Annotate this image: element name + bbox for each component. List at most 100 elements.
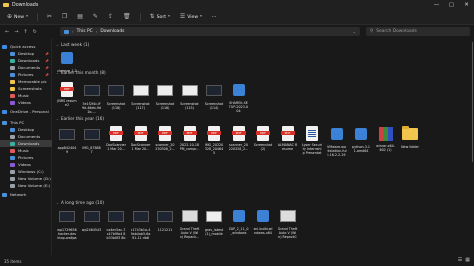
file-item[interactable]: winrar-x64-602 (1) — [376, 126, 396, 152]
file-item[interactable]: 2022-10-18 PM_compr... — [180, 126, 200, 151]
chevron-right-icon: › — [95, 29, 98, 34]
more-button[interactable]: ··· — [209, 13, 219, 22]
file-item[interactable]: Screenshot (2) — [253, 126, 273, 151]
maximize-button[interactable]: ▢ — [444, 0, 459, 10]
file-item[interactable]: grav_latest (1)_mobile — [204, 208, 224, 236]
file-item[interactable]: Screenshot (116) — [155, 82, 175, 110]
up-arrow-icon[interactable]: ↑ — [23, 29, 27, 35]
sidebar-item[interactable]: Music — [0, 147, 52, 154]
exe-thumbnail — [59, 52, 75, 68]
file-view: ⌄ Last week (1) clonezx_1.2 ⌄ Earlier this m… — [53, 38, 474, 255]
file-item[interactable]: python-3.11-amd64 — [351, 126, 371, 153]
close-button[interactable]: ✕ — [459, 0, 474, 10]
rename-button[interactable]: ✎ — [90, 12, 101, 22]
file-item[interactable]: wp1729656 hacker-des ktop-wallpapers — [57, 208, 77, 240]
sort-button[interactable]: ⇅ Sort ▾ — [147, 12, 173, 22]
file-item[interactable]: wp2464543 — [82, 208, 102, 232]
img-dark-thumbnail — [206, 85, 222, 101]
img-dark-thumbnail — [108, 211, 124, 227]
file-item[interactable]: VMware-workstation-full-16.2.2-19200509 — [327, 126, 347, 157]
file-item[interactable]: 5e1f2f4c-ff9d-46eb-9d1b-... — [82, 82, 102, 114]
file-item[interactable]: New folder — [400, 126, 420, 149]
file-item[interactable]: DocScanner 1 Mar 20... — [131, 126, 151, 151]
sidebar-item[interactable]: Downloads 📌 — [0, 57, 52, 64]
minimize-button[interactable]: — — [429, 0, 444, 10]
file-item[interactable]: DocScanner 1 Mar 20... — [106, 126, 126, 151]
file-item[interactable]: c1743b1a-49ab4ab5-6a91-11 db6 — [131, 208, 151, 240]
sidebar-item[interactable]: New Volume (D:) — [0, 175, 52, 182]
file-item[interactable]: scanner_20220328_2... — [229, 126, 249, 151]
file-item[interactable]: app8424049 — [57, 126, 77, 154]
computer-icon — [2, 120, 7, 125]
back-arrow-icon[interactable]: ← — [5, 29, 9, 35]
sidebar-item[interactable]: Documents 📌 — [0, 64, 52, 71]
share-button[interactable]: ⇪ — [105, 12, 116, 22]
trash-icon: 🗑 — [122, 13, 131, 20]
document-icon — [10, 134, 15, 139]
view-button[interactable]: ☰ View ▾ — [177, 12, 205, 22]
file-item[interactable]: 1121211 — [155, 208, 175, 232]
sidebar-item[interactable]: Windows (C:) — [0, 168, 52, 175]
delete-button[interactable]: 🗑 — [120, 12, 134, 22]
sidebar-item[interactable]: This PC — [0, 119, 52, 126]
file-item[interactable]: scanner_20230308_2... — [155, 126, 175, 151]
sidebar-item[interactable]: Network — [0, 191, 52, 198]
group-header[interactable]: ⌄ Last week (1) — [56, 42, 89, 47]
sidebar-item[interactable]: Pictures — [0, 154, 52, 161]
nav-buttons: ← → ↑ ↻ — [0, 29, 58, 35]
sidebar-item[interactable]: Music — [0, 92, 52, 99]
sidebar-item[interactable]: New Volume (E:) — [0, 182, 52, 189]
chevron-down-icon[interactable]: ⌄ — [353, 29, 356, 34]
new-button[interactable]: ⊕ New ▾ — [4, 12, 31, 22]
file-item[interactable]: IMG_20220328_204645 — [204, 126, 224, 155]
zip-thumbnail — [378, 127, 394, 143]
sidebar-item[interactable]: Desktop — [0, 126, 52, 133]
sidebar-item[interactable]: Downloads — [0, 140, 52, 147]
file-item[interactable]: Screenshot (117) — [131, 82, 151, 110]
sidebar-item[interactable]: OneDrive - Personal — [0, 108, 52, 115]
forward-arrow-icon[interactable]: → — [14, 29, 18, 35]
sidebar-item[interactable]: Documents — [0, 133, 52, 140]
file-item[interactable]: ZAP_2_11_0_windows — [229, 208, 249, 235]
file-item[interactable]: Screenshot (118) — [106, 82, 126, 110]
file-item[interactable]: JNRS resume2 — [57, 82, 77, 107]
sidebar-item[interactable]: Screenshots — [0, 85, 52, 92]
desktop-icon — [10, 51, 15, 56]
file-item[interactable]: Screenshot (115) — [180, 82, 200, 110]
sidebar-item[interactable]: Pictures 📌 — [0, 71, 52, 78]
group-header[interactable]: ⌄ Earlier this year (16) — [56, 116, 104, 121]
file-item[interactable]: SHAREit-SETUP-2023-004 — [229, 82, 249, 113]
file-item[interactable]: znl-build-windows-x64 — [253, 208, 273, 235]
cut-button[interactable]: ✂ — [44, 12, 55, 22]
address-bar[interactable]: › This PC › Downloads ⌄ — [60, 27, 360, 36]
videos-icon — [10, 162, 15, 167]
sidebar-item[interactable]: Desktop 📌 — [0, 50, 52, 57]
refresh-icon[interactable]: ↻ — [33, 29, 37, 35]
file-item[interactable]: Grand Theft Auto V (Win) RepackC — [278, 208, 298, 239]
file-item[interactable]: ca4ec5ac-7c47b9fa4 8b33b0f3 8b63e — [106, 208, 126, 240]
sidebar-item[interactable]: Memorable pic — [0, 78, 52, 85]
image-file-icon — [108, 211, 124, 222]
file-item[interactable]: Grand Theft Auto V (Win) Repack... — [180, 208, 200, 239]
file-item[interactable]: Screenshot (114) — [204, 82, 224, 110]
sidebar-item[interactable]: Videos — [0, 161, 52, 168]
file-item[interactable]: ALMANAC Resume — [278, 126, 298, 151]
folder-thumbnail — [402, 126, 418, 144]
image-file-icon — [83, 211, 100, 222]
breadcrumb-this-pc[interactable]: This PC — [77, 29, 93, 34]
file-item[interactable]: IMG_878887 — [82, 126, 102, 154]
star-icon — [2, 44, 7, 49]
sidebar-item[interactable]: Videos — [0, 99, 52, 106]
folder-icon — [10, 86, 15, 91]
drive-icon — [10, 183, 15, 188]
sidebar-item[interactable]: Quick access — [0, 43, 52, 50]
details-view-icon[interactable]: ☰ — [458, 257, 462, 263]
paste-button[interactable]: ▤ — [74, 12, 86, 22]
breadcrumb-downloads[interactable]: Downloads — [100, 29, 124, 34]
tiles-view-icon[interactable]: ▦ — [465, 257, 470, 263]
group-header[interactable]: ⌄ Earlier this month (8) — [56, 70, 106, 75]
file-item[interactable]: Lyser Security Internship Presentati... — [302, 126, 322, 155]
search-box[interactable]: ⚲ Search Downloads — [366, 27, 470, 36]
group-header[interactable]: ⌄ A long time ago (10) — [56, 200, 104, 205]
copy-button[interactable]: ❐ — [59, 12, 70, 22]
